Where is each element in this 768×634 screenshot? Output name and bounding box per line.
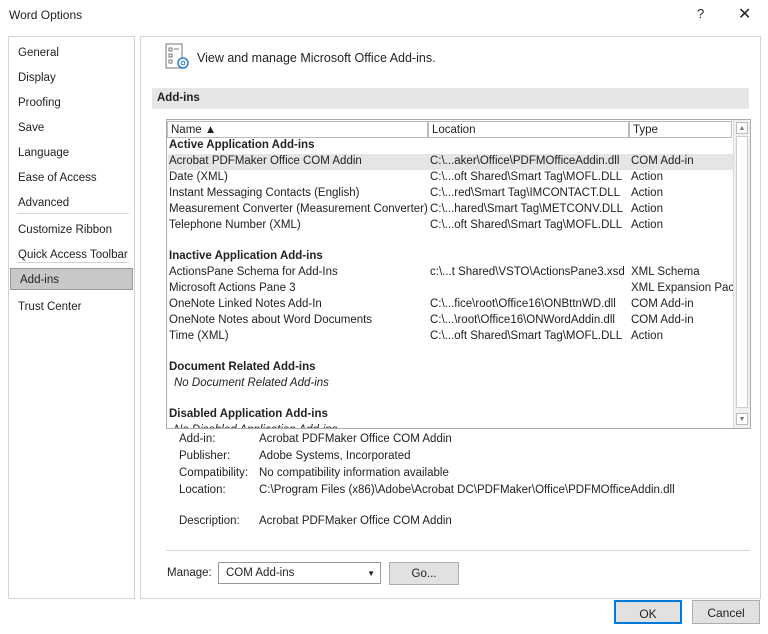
sidebar-separator <box>17 213 129 214</box>
close-button[interactable]: ✕ <box>738 4 751 24</box>
empty-group-message: No Disabled Application Add-ins <box>168 423 733 428</box>
title-bar <box>0 0 768 30</box>
group-header: Active Application Add-ins <box>168 138 733 154</box>
addins-list[interactable]: Name ▲ Location Type Active Application … <box>166 119 751 429</box>
detail-value: No compatibility information available <box>259 467 449 479</box>
table-row[interactable]: Measurement Converter (Measurement Conve… <box>168 202 733 218</box>
empty-group-message: No Document Related Add-ins <box>168 376 733 392</box>
sidebar-item-customize-ribbon[interactable]: Customize Ribbon <box>9 219 134 241</box>
sidebar-separator <box>17 262 129 263</box>
detail-label: Description: <box>179 515 240 527</box>
help-button[interactable]: ? <box>697 6 704 21</box>
cell-name: OneNote Notes about Word Documents <box>169 314 373 326</box>
sidebar-item-trust-center[interactable]: Trust Center <box>9 296 134 318</box>
detail-value: Acrobat PDFMaker Office COM Addin <box>259 433 452 445</box>
sidebar-item-advanced[interactable]: Advanced <box>9 192 134 214</box>
window-title: Word Options <box>9 8 83 22</box>
cell-location: C:\...fice\root\Office16\ONBttnWD.dll <box>430 298 616 310</box>
column-header-location[interactable]: Location <box>428 121 629 138</box>
column-header-name[interactable]: Name ▲ <box>167 121 428 138</box>
cell-name: Measurement Converter (Measurement Conve… <box>169 203 428 215</box>
empty-text: No Disabled Application Add-ins <box>174 424 337 428</box>
cell-type: XML Schema <box>631 266 700 278</box>
detail-label: Location: <box>179 484 226 496</box>
go-button[interactable]: Go... <box>389 562 459 585</box>
cell-location: C:\...oft Shared\Smart Tag\MOFL.DLL <box>430 330 623 342</box>
table-row[interactable]: Date (XML) C:\...oft Shared\Smart Tag\MOF… <box>168 170 733 186</box>
cell-name: Date (XML) <box>169 171 228 183</box>
cell-type: Action <box>631 203 663 215</box>
table-row[interactable]: OneNote Notes about Word Documents C:\...… <box>168 313 733 329</box>
table-row[interactable]: Instant Messaging Contacts (English) C:\.… <box>168 186 733 202</box>
scroll-thumb[interactable] <box>736 136 748 408</box>
empty-text: No Document Related Add-ins <box>174 377 329 389</box>
scroll-down-icon[interactable]: ▼ <box>736 413 748 425</box>
table-row[interactable]: OneNote Linked Notes Add-In C:\...fice\ro… <box>168 297 733 313</box>
chevron-down-icon: ▼ <box>367 569 375 578</box>
cell-location: C:\...oft Shared\Smart Tag\MOFL.DLL <box>430 171 623 183</box>
divider <box>166 550 750 551</box>
group-title: Inactive Application Add-ins <box>169 250 323 262</box>
scrollbar[interactable]: ▲ ▼ <box>733 120 750 428</box>
cell-name: Telephone Number (XML) <box>169 219 301 231</box>
detail-label: Publisher: <box>179 450 231 462</box>
cell-type: COM Add-in <box>631 314 694 326</box>
table-row[interactable]: Telephone Number (XML) C:\...oft Shared\S… <box>168 218 733 234</box>
table-row[interactable]: Acrobat PDFMaker Office COM Addin C:\...a… <box>168 154 733 170</box>
sidebar-item-general[interactable]: General <box>9 42 134 64</box>
ok-button[interactable]: OK <box>614 600 682 624</box>
cell-location: C:\...oft Shared\Smart Tag\MOFL.DLL <box>430 219 623 231</box>
detail-value: C:\Program Files (x86)\Adobe\Acrobat DC\… <box>259 484 675 496</box>
cell-location: C:\...aker\Office\PDFMOfficeAddin.dll <box>430 155 620 167</box>
manage-label: Manage: <box>167 567 212 579</box>
detail-label: Compatibility: <box>179 467 249 479</box>
cell-type: Action <box>631 187 663 199</box>
group-header: Inactive Application Add-ins <box>168 249 733 265</box>
manage-select[interactable]: COM Add-ins ▼ <box>218 562 381 584</box>
sidebar: General Display Proofing Save Language Ease o… <box>8 36 135 599</box>
sidebar-item-ease-of-access[interactable]: Ease of Access <box>9 167 134 189</box>
cell-name: Microsoft Actions Pane 3 <box>169 282 296 294</box>
cell-location: C:\...hared\Smart Tag\METCONV.DLL <box>430 203 624 215</box>
group-title: Document Related Add-ins <box>169 361 316 373</box>
table-row[interactable]: Time (XML) C:\...oft Shared\Smart Tag\MOF… <box>168 329 733 345</box>
cell-type: Action <box>631 330 663 342</box>
section-title: Add-ins <box>152 88 749 109</box>
sidebar-item-save[interactable]: Save <box>9 117 134 139</box>
detail-value: Adobe Systems, Incorporated <box>259 450 411 462</box>
cell-type: COM Add-in <box>631 298 694 310</box>
header-text: View and manage Microsoft Office Add-ins… <box>197 51 436 65</box>
sidebar-item-display[interactable]: Display <box>9 67 134 89</box>
cell-type: Action <box>631 219 663 231</box>
group-header: Disabled Application Add-ins <box>168 407 733 423</box>
cell-location: C:\...red\Smart Tag\IMCONTACT.DLL <box>430 187 621 199</box>
manage-value: COM Add-ins <box>226 567 295 579</box>
group-title: Disabled Application Add-ins <box>169 408 328 420</box>
cell-location: C:\...\root\Office16\ONWordAddin.dll <box>430 314 615 326</box>
detail-value: Acrobat PDFMaker Office COM Addin <box>259 515 452 527</box>
sidebar-item-add-ins[interactable]: Add-ins <box>10 268 133 290</box>
cell-name: Instant Messaging Contacts (English) <box>169 187 360 199</box>
table-row[interactable]: ActionsPane Schema for Add-Ins c:\...t Sh… <box>168 265 733 281</box>
cell-name: ActionsPane Schema for Add-Ins <box>169 266 338 278</box>
detail-label: Add-in: <box>179 433 216 445</box>
column-header-type[interactable]: Type <box>629 121 732 138</box>
sidebar-item-language[interactable]: Language <box>9 142 134 164</box>
cell-name: OneNote Linked Notes Add-In <box>169 298 322 310</box>
cell-name: Acrobat PDFMaker Office COM Addin <box>169 155 362 167</box>
scroll-up-icon[interactable]: ▲ <box>736 122 748 134</box>
cancel-button[interactable]: Cancel <box>692 600 760 624</box>
group-header: Document Related Add-ins <box>168 360 733 376</box>
cell-location: c:\...t Shared\VSTO\ActionsPane3.xsd <box>430 266 625 278</box>
cell-name: Time (XML) <box>169 330 229 342</box>
cell-type: Action <box>631 171 663 183</box>
addins-gear-icon <box>165 43 189 69</box>
cell-type: XML Expansion Pack <box>631 282 740 294</box>
table-row[interactable]: Microsoft Actions Pane 3 XML Expansion Pa… <box>168 281 740 297</box>
group-title: Active Application Add-ins <box>169 139 315 151</box>
cell-type: COM Add-in <box>631 155 694 167</box>
sidebar-item-proofing[interactable]: Proofing <box>9 92 134 114</box>
